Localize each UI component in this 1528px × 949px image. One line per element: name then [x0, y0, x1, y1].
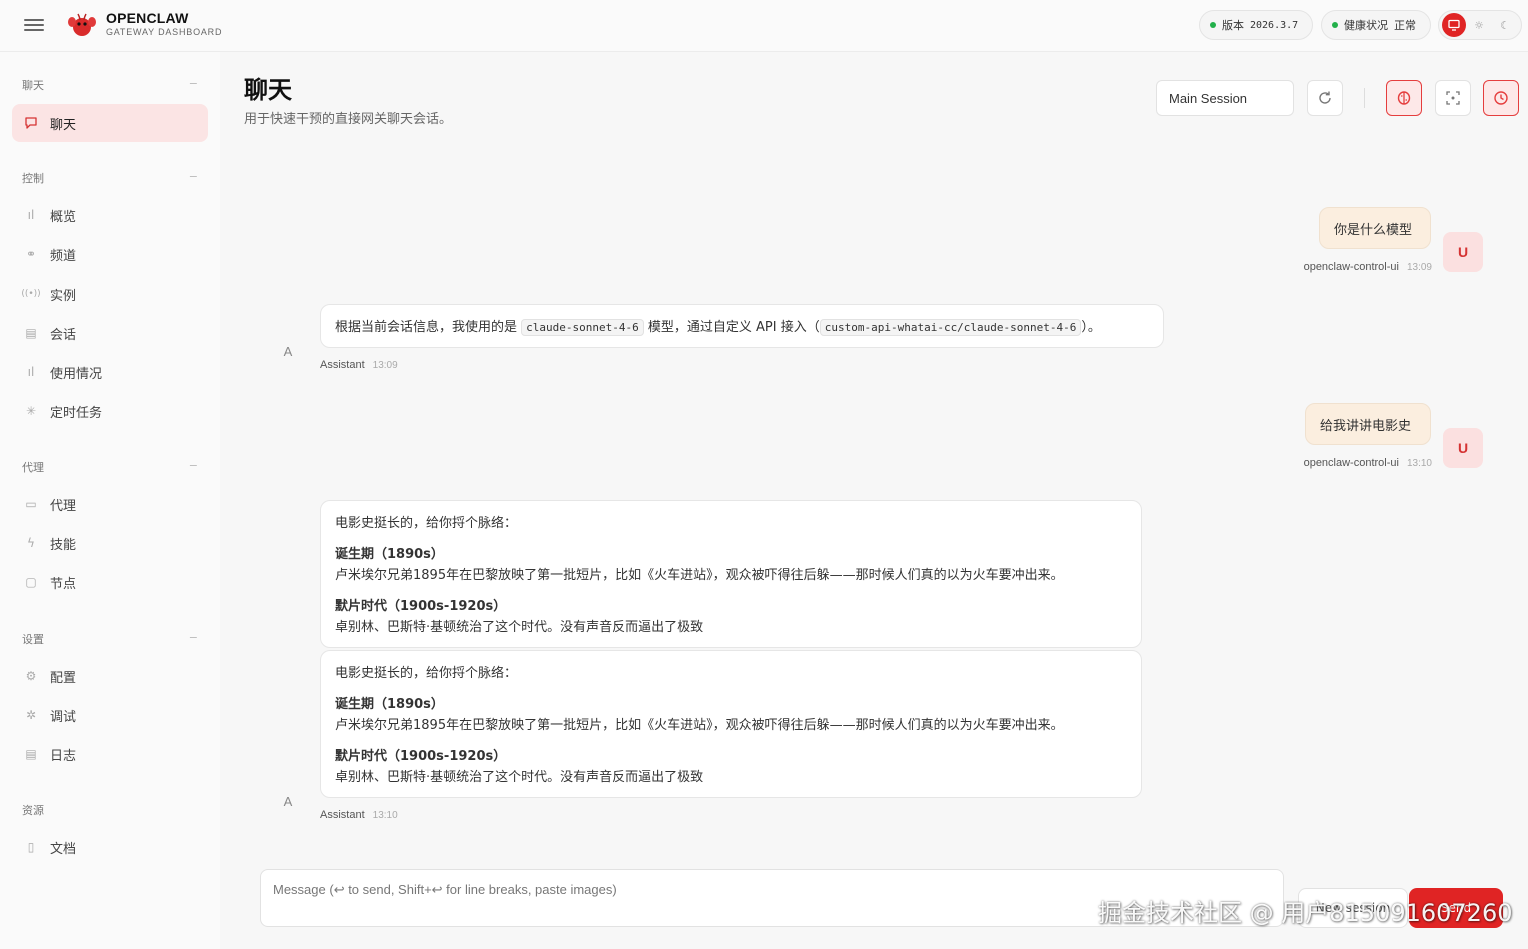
sidebar-item-overview[interactable]: ıl 概览 [12, 196, 208, 234]
user-message: 给我讲讲电影史 [1305, 403, 1431, 445]
sidebar-item-config[interactable]: ⚙ 配置 [12, 657, 208, 695]
health-value: 正常 [1394, 19, 1416, 32]
brand-subtitle: GATEWAY DASHBOARD [106, 27, 223, 37]
sidebar-item-channels[interactable]: ⚭ 频道 [12, 235, 208, 273]
watermark: 掘金技术社区 @ 用户815091607260 [1098, 899, 1513, 927]
sidebar-item-debug[interactable]: ✲ 调试 [12, 696, 208, 734]
avatar: A [283, 343, 293, 359]
toolbar-divider [1364, 88, 1365, 108]
page-subtitle: 用于快速干预的直接网关聊天会话。 [244, 112, 453, 127]
sidebar: 聊天 − 聊天 控制 − ıl 概览 ⚭ 频道 ((•)) 实例 ▤ 会话 ıl 使用情况 ✳… [0, 52, 220, 949]
focus-icon [1446, 91, 1460, 105]
version-badge: 版本 2026.3.7 [1199, 10, 1313, 40]
link-icon: ⚭ [25, 247, 37, 261]
section-header-chat[interactable]: 聊天 − [22, 77, 198, 93]
message-meta: openclaw-control-ui 13:10 [1303, 457, 1432, 469]
status-dot-icon [1332, 22, 1338, 28]
health-label: 健康状况 [1344, 19, 1388, 32]
avatar: U [1443, 232, 1483, 272]
sidebar-item-logs[interactable]: ▤ 日志 [12, 735, 208, 773]
thinking-toggle-button[interactable] [1386, 80, 1422, 116]
inline-code: custom-api-whatai-cc/claude-sonnet-4-6 [819, 319, 1082, 336]
sidebar-item-instances[interactable]: ((•)) 实例 [12, 275, 208, 313]
main-panel: 聊天 用于快速干预的直接网关聊天会话。 Main Session 你是什么模型 … [220, 52, 1528, 949]
section-header-control[interactable]: 控制 − [22, 170, 198, 186]
assistant-message: 电影史挺长的，给你捋个脉络： 诞生期（1890s） 卢米埃尔兄弟1895年在巴黎… [320, 650, 1142, 798]
top-bar: OPENCLAW GATEWAY DASHBOARD 版本 2026.3.7 健… [0, 0, 1528, 52]
session-select[interactable]: Main Session [1156, 80, 1294, 116]
health-badge: 健康状况 正常 [1321, 10, 1431, 40]
collapse-icon: − [188, 77, 198, 90]
lobster-logo-icon [68, 13, 96, 36]
monitor-icon[interactable] [1442, 13, 1466, 37]
loader-icon: ✳ [25, 404, 37, 418]
brain-icon [1397, 91, 1411, 105]
document-icon: ▤ [25, 326, 37, 340]
page-title: 聊天 [244, 76, 292, 104]
message-meta: Assistant 13:10 [320, 809, 398, 821]
assistant-message: 电影史挺长的，给你捋个脉络： 诞生期（1890s） 卢米埃尔兄弟1895年在巴黎… [320, 500, 1142, 648]
log-icon: ▤ [25, 747, 37, 761]
inline-code: claude-sonnet-4-6 [521, 319, 644, 336]
bolt-icon: ϟ [27, 536, 35, 550]
refresh-icon [1319, 91, 1331, 104]
bug-icon: ✲ [25, 708, 37, 722]
status-dot-icon [1210, 22, 1216, 28]
focus-mode-button[interactable] [1435, 80, 1471, 116]
user-message: 你是什么模型 [1319, 207, 1431, 249]
menu-icon[interactable] [24, 16, 44, 34]
folder-icon: ▭ [25, 497, 37, 511]
collapse-icon: − [188, 170, 198, 183]
message-meta: Assistant 13:09 [320, 359, 398, 371]
collapse-icon: − [188, 459, 198, 472]
avatar: U [1443, 428, 1483, 468]
history-button[interactable] [1483, 80, 1519, 116]
collapse-icon: − [188, 631, 198, 644]
section-header-settings[interactable]: 设置 − [22, 631, 198, 647]
sidebar-item-chat[interactable]: 聊天 [12, 104, 208, 142]
sun-icon[interactable]: ☼ [1466, 13, 1492, 37]
sidebar-item-skills[interactable]: ϟ 技能 [12, 524, 208, 562]
avatar: A [283, 793, 293, 809]
sidebar-item-docs[interactable]: ▯ 文档 [12, 828, 208, 866]
assistant-message: 根据当前会话信息，我使用的是 claude-sonnet-4-6 模型，通过自定… [320, 304, 1164, 348]
section-header-resources[interactable]: 资源 [22, 802, 198, 818]
version-label: 版本 [1222, 19, 1244, 32]
bar-chart-icon: ıl [27, 208, 35, 222]
section-header-agent[interactable]: 代理 − [22, 459, 198, 475]
bar-chart-icon: ıl [27, 365, 35, 379]
brand-title: OPENCLAW [106, 10, 189, 26]
sidebar-item-nodes[interactable]: ▢ 节点 [12, 563, 208, 601]
sidebar-item-agents[interactable]: ▭ 代理 [12, 485, 208, 523]
sidebar-item-usage[interactable]: ıl 使用情况 [12, 353, 208, 391]
broadcast-icon: ((•)) [21, 289, 41, 299]
moon-icon[interactable]: ☾ [1492, 13, 1518, 37]
book-icon: ▯ [27, 840, 35, 854]
sidebar-item-cron[interactable]: ✳ 定时任务 [12, 392, 208, 430]
refresh-button[interactable] [1307, 80, 1343, 116]
clock-icon [1494, 91, 1508, 105]
message-meta: openclaw-control-ui 13:09 [1303, 261, 1432, 273]
chat-icon [24, 116, 38, 130]
theme-switcher: ☼ ☾ [1438, 10, 1522, 40]
gear-icon: ⚙ [25, 669, 37, 683]
sidebar-item-sessions[interactable]: ▤ 会话 [12, 314, 208, 352]
brand: OPENCLAW GATEWAY DASHBOARD [106, 10, 222, 37]
version-value: 2026.3.7 [1250, 19, 1299, 31]
monitor-icon: ▢ [25, 575, 37, 589]
